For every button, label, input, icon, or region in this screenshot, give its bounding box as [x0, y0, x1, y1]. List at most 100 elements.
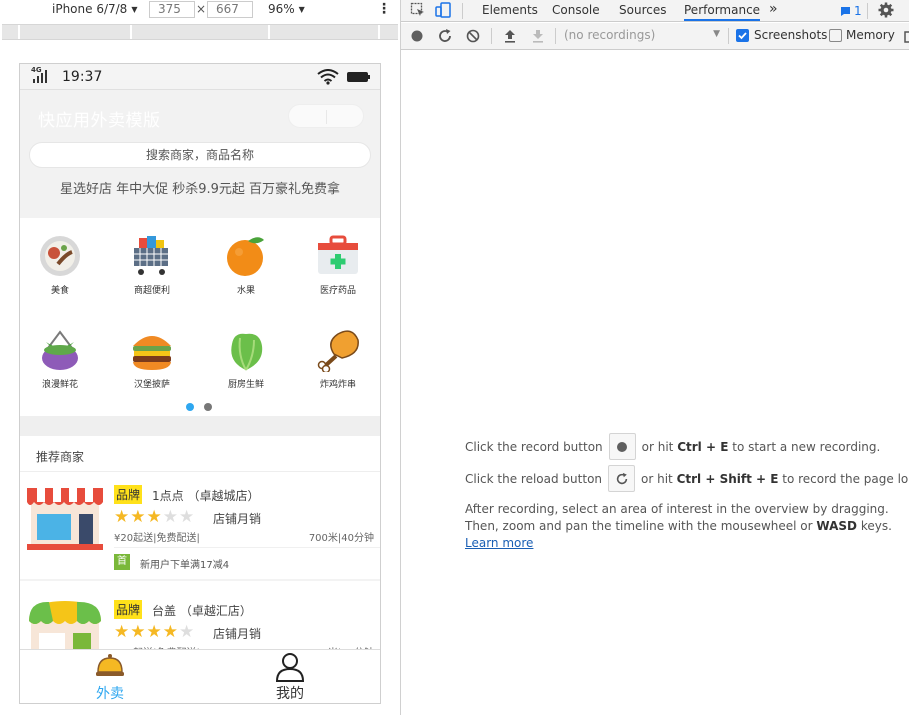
ruler-segment[interactable]	[270, 25, 380, 39]
divider	[462, 3, 463, 19]
height-input[interactable]: 667	[207, 1, 253, 18]
memory-label: Memory	[846, 28, 895, 42]
media-query-ruler[interactable]	[2, 24, 398, 40]
capsule-divider	[326, 110, 327, 124]
more-tabs-icon[interactable]: »	[769, 1, 778, 17]
more-options-icon[interactable]: ⋮	[377, 1, 391, 17]
search-input[interactable]: 搜索商家，商品名称	[29, 142, 371, 168]
star-icon: ★	[114, 507, 131, 527]
divider	[555, 28, 556, 44]
record-icon	[617, 441, 628, 452]
upload-icon[interactable]	[502, 28, 518, 44]
category-fresh[interactable]: 厨房生鲜	[206, 328, 286, 390]
recordings-select[interactable]: (no recordings) ▼	[564, 28, 720, 42]
tab-label: 我的	[276, 686, 304, 702]
zoom-select[interactable]: 96% ▼	[268, 2, 305, 16]
clear-icon[interactable]	[465, 28, 481, 44]
network-type: 4G	[31, 66, 42, 74]
delivery-info: ¥20起送|免费配送|	[114, 533, 200, 544]
checkmark-icon	[738, 32, 747, 40]
carousel-dot[interactable]	[204, 403, 212, 411]
distance-time: 700米|40分钟	[308, 533, 374, 544]
promo-banner-text: 星选好店 年中大促 秒杀9.9元起 百万豪礼免费拿	[59, 182, 341, 197]
record-icon[interactable]	[409, 28, 425, 44]
lettuce-icon	[231, 333, 263, 371]
category-label: 商超便利	[133, 286, 170, 296]
caret-down-icon: ▼	[713, 29, 720, 39]
tab-sources[interactable]: Sources	[619, 3, 666, 17]
reload-icon	[616, 472, 627, 484]
reload-hint: Click the reload button or hit Ctrl + Sh…	[465, 465, 909, 492]
download-icon[interactable]	[530, 28, 546, 44]
category-burger-pizza[interactable]: 汉堡披萨	[112, 328, 192, 390]
reload-hint-suffix: to record the page load.	[782, 471, 909, 486]
category-fried-chicken[interactable]: 炸鸡炸串	[298, 328, 378, 390]
category-label: 汉堡披萨	[133, 380, 170, 390]
instructions-text: After recording, select an area of inter…	[465, 501, 905, 552]
record-button[interactable]	[608, 433, 636, 460]
tab-performance[interactable]: Performance	[684, 3, 761, 21]
carousel-indicator	[186, 403, 222, 411]
category-label: 水果	[236, 286, 255, 296]
divider	[20, 579, 380, 581]
ruler-segment[interactable]	[2, 25, 20, 39]
brand-badge: 品牌	[114, 485, 143, 504]
screenshots-label: Screenshots	[754, 28, 828, 42]
burger-icon	[133, 336, 171, 370]
screenshots-checkbox[interactable]	[736, 29, 749, 42]
recordings-placeholder: (no recordings)	[564, 28, 656, 42]
instructions-line: After recording, select an area of inter…	[465, 502, 889, 516]
device-toolbar-icon[interactable]	[435, 2, 451, 18]
bottom-tab-bar: 外卖 我的	[20, 649, 380, 703]
service-bell-icon	[96, 654, 124, 676]
wasd-keys: WASD	[816, 519, 857, 533]
food-plate-icon	[40, 236, 80, 276]
tab-mine[interactable]: 我的	[245, 652, 335, 703]
divider	[114, 547, 380, 548]
caret-down-icon: ▼	[298, 4, 305, 14]
first-order-badge: 首	[114, 554, 130, 570]
ruler-segment[interactable]	[132, 25, 270, 39]
merchant-card[interactable]: 品牌 1点点 （卓越城店） ★★★★★ 店铺月销 ¥20起送|免费配送| 700…	[20, 472, 380, 582]
reload-shortcut: Ctrl + Shift + E	[676, 471, 779, 486]
reload-icon[interactable]	[437, 28, 453, 44]
record-hint-prefix: Click the record button	[465, 439, 603, 454]
category-medical[interactable]: 医疗药品	[298, 234, 378, 296]
medical-kit-icon	[318, 235, 358, 274]
device-select[interactable]: iPhone 6/7/8 ▼	[52, 2, 137, 16]
width-input[interactable]: 375	[149, 1, 195, 18]
message-icon	[841, 6, 850, 16]
category-fruit[interactable]: 水果	[206, 234, 286, 296]
wifi-icon	[317, 69, 339, 85]
category-food[interactable]: 美食	[20, 234, 100, 296]
performance-toolbar: (no recordings) ▼ Screenshots Memory	[401, 23, 909, 50]
tab-console[interactable]: Console	[552, 3, 600, 17]
shop-name: 台盖 （卓越汇店）	[152, 604, 252, 618]
reload-hint-prefix: Click the reload button	[465, 471, 603, 486]
star-icon: ★	[179, 622, 196, 642]
record-shortcut: Ctrl + E	[677, 439, 729, 454]
monthly-sales: 店铺月销	[213, 512, 262, 526]
star-icon: ★	[114, 622, 131, 642]
divider	[491, 28, 492, 44]
garbage-collect-icon[interactable]	[903, 28, 909, 44]
dimension-times: ×	[196, 2, 207, 16]
star-icon: ★	[179, 507, 196, 527]
tab-takeout[interactable]: 外卖	[65, 652, 155, 703]
capsule-menu-button[interactable]	[288, 104, 364, 128]
flower-pot-icon	[42, 330, 78, 370]
record-hint-suffix: to start a new recording.	[732, 439, 881, 454]
category-supermarket[interactable]: 商超便利	[112, 234, 192, 296]
memory-checkbox[interactable]	[829, 29, 842, 42]
category-label: 炸鸡炸串	[319, 380, 356, 390]
learn-more-link[interactable]: Learn more	[465, 536, 533, 550]
category-flowers[interactable]: 浪漫鲜花	[20, 328, 100, 390]
ruler-segment[interactable]	[20, 25, 132, 39]
carousel-dot-active[interactable]	[186, 403, 194, 411]
gear-icon[interactable]	[878, 2, 894, 18]
tab-elements[interactable]: Elements	[482, 3, 538, 17]
reload-button[interactable]	[608, 465, 636, 492]
issues-counter[interactable]: 1	[840, 4, 862, 18]
inspect-element-icon[interactable]	[410, 2, 426, 18]
instructions-fragment: Then, zoom and pan the timeline with the…	[465, 519, 813, 533]
